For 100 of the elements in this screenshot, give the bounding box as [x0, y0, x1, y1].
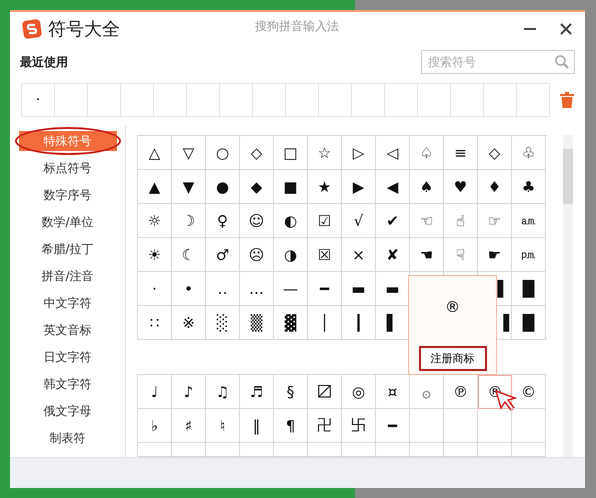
category-item[interactable]: 标点符号: [18, 158, 116, 178]
category-item[interactable]: 希腊/拉丁: [18, 239, 116, 259]
symbol-cell[interactable]: ○: [206, 136, 240, 170]
symbol-cell[interactable]: ━: [376, 409, 410, 443]
symbol-cell[interactable]: ♩: [138, 375, 172, 409]
symbol-cell[interactable]: ☽: [172, 204, 206, 238]
symbol-cell[interactable]: ◆: [240, 170, 274, 204]
symbol-cell[interactable]: ▼: [172, 170, 206, 204]
symbol-cell[interactable]: ▬: [342, 272, 376, 306]
symbol-cell[interactable]: ∷: [138, 306, 172, 340]
symbol-cell[interactable]: ☞: [478, 204, 512, 238]
symbol-cell[interactable]: ©: [512, 375, 546, 409]
category-item[interactable]: 中文字符: [18, 293, 116, 313]
symbol-cell[interactable]: ▓: [274, 306, 308, 340]
symbol-cell[interactable]: ▒: [240, 306, 274, 340]
symbol-cell[interactable]: ♦: [478, 170, 512, 204]
symbol-cell[interactable]: ▽: [172, 136, 206, 170]
symbol-cell[interactable]: ☒: [308, 238, 342, 272]
symbol-cell[interactable]: ☺: [240, 204, 274, 238]
symbol-cell[interactable]: ♬: [240, 375, 274, 409]
symbol-cell[interactable]: ◐: [274, 204, 308, 238]
symbol-cell[interactable]: │: [308, 306, 342, 340]
symbol-cell[interactable]: ‥: [206, 272, 240, 306]
symbol-cell[interactable]: ¶: [274, 409, 308, 443]
symbol-cell[interactable]: ▲: [138, 170, 172, 204]
symbol-cell[interactable]: ㏂: [512, 204, 546, 238]
symbol-cell[interactable]: ▶: [342, 170, 376, 204]
symbol-cell[interactable]: ♠: [410, 170, 444, 204]
symbol-cell[interactable]: —: [274, 272, 308, 306]
symbol-cell[interactable]: ◎: [342, 375, 376, 409]
symbol-cell[interactable]: ✘: [376, 238, 410, 272]
symbol-cell[interactable]: §: [274, 375, 308, 409]
symbol-cell[interactable]: ☾: [172, 238, 206, 272]
symbol-cell[interactable]: ≡: [444, 136, 478, 170]
symbol-cell[interactable]: ♂: [206, 238, 240, 272]
symbol-cell[interactable]: ☛: [478, 238, 512, 272]
category-item[interactable]: 日文字符: [18, 347, 116, 367]
symbol-cell[interactable]: ☚: [410, 238, 444, 272]
symbol-cell[interactable]: ✔: [376, 204, 410, 238]
symbol-cell[interactable]: ☀: [138, 238, 172, 272]
symbol-cell[interactable]: ◇: [240, 136, 274, 170]
symbol-cell[interactable]: ×: [342, 238, 376, 272]
symbol-cell[interactable]: ☼: [138, 204, 172, 238]
symbol-cell[interactable]: ‖: [240, 409, 274, 443]
symbol-cell[interactable]: 〼: [308, 375, 342, 409]
symbol-cell[interactable]: ☜: [410, 204, 444, 238]
category-item[interactable]: 制表符: [18, 428, 116, 448]
category-item[interactable]: 韩文字符: [18, 374, 116, 394]
symbol-cell[interactable]: █: [512, 272, 546, 306]
symbol-cell[interactable]: ┃: [342, 306, 376, 340]
symbol-cell[interactable]: ☆: [308, 136, 342, 170]
symbol-cell[interactable]: ♪: [172, 375, 206, 409]
symbol-cell[interactable]: ♤: [410, 136, 444, 170]
symbol-cell[interactable]: ★: [308, 170, 342, 204]
symbol-cell[interactable]: ♣: [512, 170, 546, 204]
symbol-cell[interactable]: ☝: [444, 204, 478, 238]
symbol-cell[interactable]: ¤: [376, 375, 410, 409]
symbol-cell[interactable]: ◀: [376, 170, 410, 204]
symbol-cell[interactable]: △: [138, 136, 172, 170]
category-item[interactable]: 俄文字母: [18, 401, 116, 421]
scrollbar[interactable]: [563, 135, 573, 457]
symbol-cell[interactable]: ♮: [206, 409, 240, 443]
symbol-cell[interactable]: 卐: [342, 409, 376, 443]
category-item[interactable]: 拼音/注音: [18, 266, 116, 286]
symbol-cell[interactable]: ♫: [206, 375, 240, 409]
symbol-cell[interactable]: ♥: [444, 170, 478, 204]
symbol-cell[interactable]: ♧: [512, 136, 546, 170]
symbol-cell[interactable]: •: [172, 272, 206, 306]
symbol-cell[interactable]: ♀: [206, 204, 240, 238]
category-item[interactable]: 英文音标: [18, 320, 116, 340]
symbol-cell[interactable]: ■: [274, 170, 308, 204]
logo-icon: [22, 19, 42, 39]
symbol-cell[interactable]: ◑: [274, 238, 308, 272]
category-item[interactable]: 数学/单位: [18, 212, 116, 232]
symbol-cell[interactable]: ◁: [376, 136, 410, 170]
symbol-cell[interactable]: 卍: [308, 409, 342, 443]
symbol-cell[interactable]: □: [274, 136, 308, 170]
symbol-cell[interactable]: ♯: [172, 409, 206, 443]
category-item[interactable]: 数字序号: [18, 185, 116, 205]
symbol-cell[interactable]: ▷: [342, 136, 376, 170]
trash-icon[interactable]: [560, 92, 574, 108]
symbol-cell[interactable]: ۞: [410, 375, 444, 409]
symbol-cell[interactable]: ●: [206, 170, 240, 204]
symbol-cell[interactable]: ░: [206, 306, 240, 340]
symbol-cell[interactable]: ☟: [444, 238, 478, 272]
symbol-cell[interactable]: ☹: [240, 238, 274, 272]
symbol-cell[interactable]: ·: [138, 272, 172, 306]
symbol-cell[interactable]: ☑: [308, 204, 342, 238]
search-field[interactable]: 搜索符号: [421, 50, 575, 74]
symbol-cell[interactable]: ℗: [444, 375, 478, 409]
symbol-cell[interactable]: ◇: [478, 136, 512, 170]
symbol-cell[interactable]: ♭: [138, 409, 172, 443]
scroll-thumb[interactable]: [563, 149, 573, 204]
symbol-cell[interactable]: ※: [172, 306, 206, 340]
symbol-cell[interactable]: ㏘: [512, 238, 546, 272]
symbol-cell[interactable]: …: [240, 272, 274, 306]
recent-symbol-cell[interactable]: ·: [22, 84, 55, 116]
symbol-cell[interactable]: √: [342, 204, 376, 238]
symbol-cell[interactable]: ━: [308, 272, 342, 306]
symbol-cell[interactable]: █: [512, 306, 546, 340]
